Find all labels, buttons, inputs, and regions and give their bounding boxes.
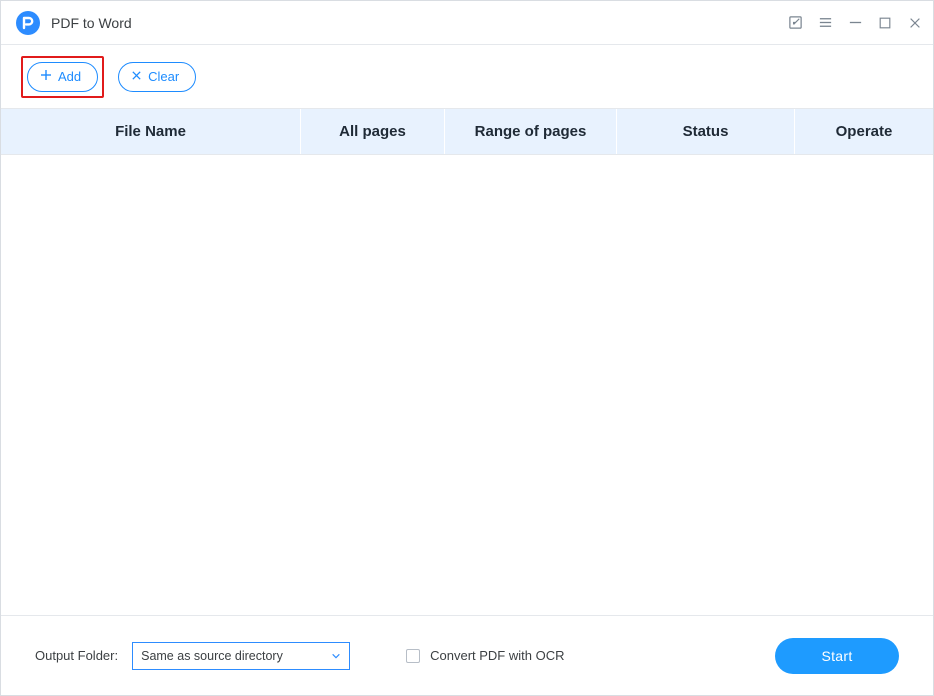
start-button[interactable]: Start	[775, 638, 899, 674]
toolbar: Add Clear	[1, 45, 933, 109]
column-header-allpages: All pages	[301, 109, 445, 154]
x-small-icon	[131, 69, 142, 84]
minimize-icon[interactable]	[847, 15, 863, 31]
clear-button-label: Clear	[148, 69, 179, 84]
add-button-label: Add	[58, 69, 81, 84]
chevron-down-icon	[331, 651, 341, 661]
bottom-bar: Output Folder: Same as source directory …	[1, 615, 933, 695]
plus-icon	[40, 69, 52, 84]
ocr-label: Convert PDF with OCR	[430, 648, 564, 663]
column-header-status: Status	[617, 109, 795, 154]
maximize-icon[interactable]	[877, 15, 893, 31]
edit-icon[interactable]	[787, 15, 803, 31]
titlebar: PDF to Word	[1, 1, 933, 45]
column-header-range: Range of pages	[445, 109, 617, 154]
add-button-highlight: Add	[21, 56, 104, 98]
app-logo-icon	[15, 10, 41, 36]
column-header-operate: Operate	[795, 109, 933, 154]
table-header: File Name All pages Range of pages Statu…	[1, 109, 933, 155]
app-window: PDF to Word	[0, 0, 934, 696]
ocr-option: Convert PDF with OCR	[406, 648, 564, 663]
menu-icon[interactable]	[817, 15, 833, 31]
add-button[interactable]: Add	[27, 62, 98, 92]
window-controls	[787, 15, 923, 31]
window-title: PDF to Word	[51, 15, 132, 31]
table-body	[1, 155, 933, 615]
output-folder-label: Output Folder:	[35, 648, 118, 663]
clear-button[interactable]: Clear	[118, 62, 196, 92]
close-icon[interactable]	[907, 15, 923, 31]
output-folder-select[interactable]: Same as source directory	[132, 642, 350, 670]
column-header-filename: File Name	[1, 109, 301, 154]
output-folder-value: Same as source directory	[141, 649, 283, 663]
ocr-checkbox[interactable]	[406, 649, 420, 663]
